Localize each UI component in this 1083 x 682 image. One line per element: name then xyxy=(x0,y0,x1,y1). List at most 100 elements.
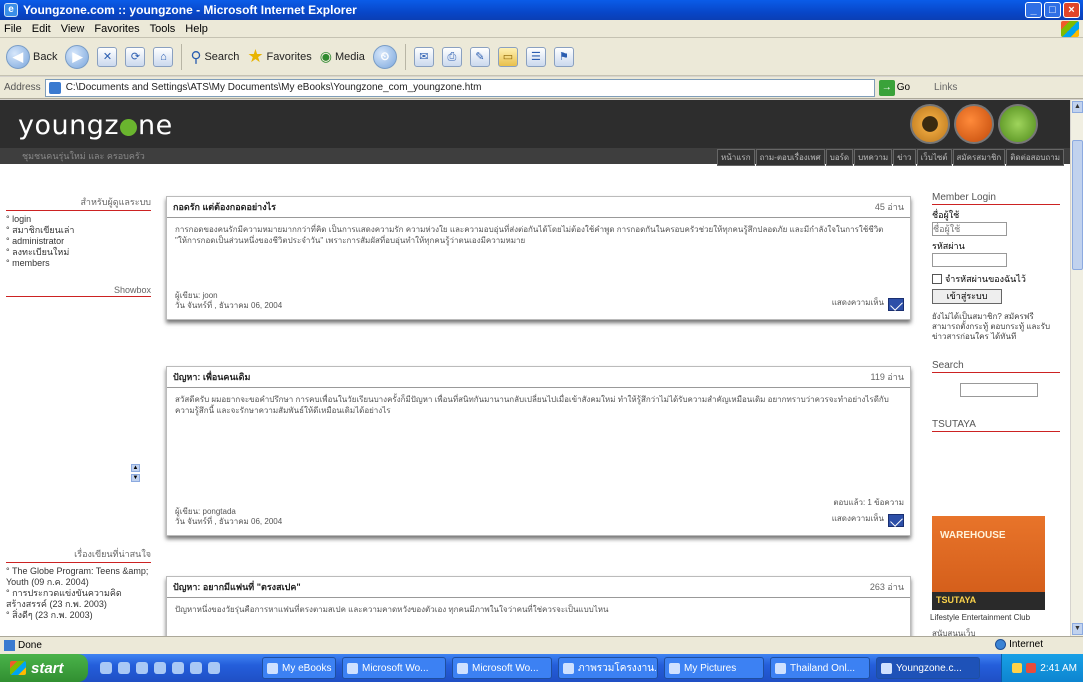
post-author: ผู้เขียน: joon xyxy=(175,291,218,300)
tray-icon[interactable] xyxy=(1012,663,1023,673)
taskbar-item[interactable]: My Pictures xyxy=(664,657,764,679)
go-button[interactable]: → Go xyxy=(878,79,910,96)
nav-register[interactable]: สมัครสมาชิก xyxy=(952,149,1006,166)
password-label: รหัสผ่าน xyxy=(932,241,965,251)
history-button[interactable]: ⏲ xyxy=(372,44,397,69)
tray-icon[interactable] xyxy=(1026,663,1037,673)
taskbar-item[interactable]: My eBooks xyxy=(262,657,336,679)
research-button[interactable]: ⚑ xyxy=(553,46,574,67)
post-title[interactable]: ปัญหา: เพื่อนคนเดิม xyxy=(173,370,250,384)
post-reply-count[interactable]: ตอบแล้ว: 1 ข้อความ xyxy=(833,496,904,509)
recent-item[interactable]: ° การประกวดแข่งขันความคิดสร้างสรรค์ (23 … xyxy=(6,588,151,610)
favorites-button[interactable]: ★ Favorites xyxy=(247,46,311,67)
window-title-bar[interactable]: e Youngzone.com :: youngzone - Microsoft… xyxy=(0,0,1083,20)
word-icon xyxy=(347,662,358,674)
quicklaunch-icon[interactable] xyxy=(190,662,202,674)
search-button[interactable]: ⚲ Search xyxy=(190,48,239,66)
left-link-members[interactable]: ° members xyxy=(6,258,151,269)
username-input[interactable] xyxy=(932,222,1007,236)
recent-item[interactable]: ° สิ่งดีๆ (23 ก.พ. 2003) xyxy=(6,610,151,621)
login-heading: Member Login xyxy=(932,192,1060,205)
showbox-scroll-down[interactable]: ▼ xyxy=(131,474,140,482)
mail-icon[interactable] xyxy=(888,514,904,527)
home-button[interactable]: ⌂ xyxy=(153,46,174,67)
admin-heading: สำหรับผู้ดูแลระบบ xyxy=(6,195,151,211)
taskbar-item[interactable]: Microsoft Wo... xyxy=(452,657,552,679)
quicklaunch-icon[interactable] xyxy=(118,662,130,674)
taskbar-item[interactable]: Thailand Onl... xyxy=(770,657,870,679)
left-link-member-stories[interactable]: ° สมาชิกเขียนเล่า xyxy=(6,225,151,236)
ie-icon xyxy=(881,662,892,674)
quicklaunch-icon[interactable] xyxy=(154,662,166,674)
go-arrow-icon: → xyxy=(878,79,895,96)
zone-label: Internet xyxy=(1009,639,1043,650)
menu-edit[interactable]: Edit xyxy=(32,23,51,35)
links-toolbar[interactable]: Links xyxy=(934,82,957,93)
refresh-button[interactable]: ⟳ xyxy=(125,46,146,67)
scroll-up-arrow-icon[interactable]: ▲ xyxy=(1072,101,1083,113)
nav-articles[interactable]: บทความ xyxy=(854,149,893,166)
post-comment-link[interactable]: แสดงความเห็น xyxy=(832,296,884,309)
stop-button[interactable]: ✕ xyxy=(97,46,118,67)
quicklaunch-icon[interactable] xyxy=(172,662,184,674)
menu-view[interactable]: View xyxy=(61,23,85,35)
print-button[interactable]: ⎙ xyxy=(441,46,462,67)
address-label: Address xyxy=(4,82,41,93)
back-button[interactable]: ◀ Back xyxy=(6,44,57,69)
scroll-thumb[interactable] xyxy=(1072,140,1083,270)
nav-websites[interactable]: เว็บไซต์ xyxy=(916,149,952,166)
nav-news[interactable]: ข่าว xyxy=(893,149,916,166)
left-link-register[interactable]: ° ลงทะเบียนใหม่ xyxy=(6,247,151,258)
minimize-button[interactable]: _ xyxy=(1025,2,1042,18)
quicklaunch-icon[interactable] xyxy=(100,662,112,674)
quicklaunch-icon[interactable] xyxy=(208,662,220,674)
post-title[interactable]: ปัญหา: อยากมีแฟนที่ "ตรงสเปค" xyxy=(173,580,301,594)
mail-icon[interactable] xyxy=(888,298,904,311)
page-done-icon xyxy=(4,640,15,651)
remember-checkbox[interactable] xyxy=(932,273,942,284)
login-button[interactable]: เข้าสู่ระบบ xyxy=(932,288,1002,304)
post-read-count: 45 อ่าน xyxy=(874,202,904,212)
menu-help[interactable]: Help xyxy=(185,23,208,35)
page-scrollbar[interactable]: ▲ ▼ xyxy=(1070,100,1083,636)
tsutaya-banner[interactable]: WAREHOUSE TSUTAYA xyxy=(932,516,1045,610)
taskbar-item-active[interactable]: Youngzone.c... xyxy=(876,657,980,679)
menu-favorites[interactable]: Favorites xyxy=(94,23,139,35)
folder-button[interactable]: ▭ xyxy=(497,46,518,67)
close-button[interactable]: × xyxy=(1063,2,1080,18)
nav-home[interactable]: หน้าแรก xyxy=(717,149,755,166)
taskbar-item[interactable]: Microsoft Wo... xyxy=(342,657,446,679)
clock[interactable]: 2:41 AM xyxy=(1040,663,1077,674)
nav-contact[interactable]: ติดต่อสอบถาม xyxy=(1006,149,1064,166)
toolbar-separator xyxy=(181,43,183,70)
site-logo[interactable]: youngz ne xyxy=(18,110,173,141)
start-button[interactable]: start xyxy=(0,654,88,682)
post-title[interactable]: กอดรัก แต่ต้องกอดอย่างไร xyxy=(173,200,276,214)
menu-file[interactable]: File xyxy=(4,23,22,35)
recent-item[interactable]: ° The Globe Program: Teens &amp; Youth (… xyxy=(6,566,151,588)
site-search-input[interactable] xyxy=(960,382,1038,397)
forward-button[interactable]: ▶ xyxy=(65,44,90,69)
media-button[interactable]: ◉ Media xyxy=(320,48,365,65)
menu-tools[interactable]: Tools xyxy=(150,23,176,35)
window-title: Youngzone.com :: youngzone - Microsoft I… xyxy=(23,3,357,17)
nav-sex-qa[interactable]: ถาม-ตอบเรื่องเพศ xyxy=(755,149,825,166)
edit-button[interactable]: ✎ xyxy=(469,46,490,67)
left-link-login[interactable]: ° login xyxy=(6,214,151,225)
quicklaunch-icon[interactable] xyxy=(136,662,148,674)
mail-button[interactable]: ✉ xyxy=(413,46,434,67)
address-input[interactable]: C:\Documents and Settings\ATS\My Documen… xyxy=(44,78,875,97)
tsutaya-heading: TSUTAYA xyxy=(932,419,1060,432)
password-input[interactable] xyxy=(932,253,1007,267)
scroll-down-arrow-icon[interactable]: ▼ xyxy=(1072,623,1083,635)
showbox-scroll-up[interactable]: ▲ xyxy=(131,464,140,472)
maximize-button[interactable]: □ xyxy=(1044,2,1061,18)
post-comment-link[interactable]: แสดงความเห็น xyxy=(832,512,884,525)
left-link-administrator[interactable]: ° administrator xyxy=(6,236,151,247)
showbox-heading: Showbox xyxy=(6,285,151,297)
nav-board[interactable]: บอร์ด xyxy=(825,149,854,166)
post-header: ปัญหา: เพื่อนคนเดิม 119 อ่าน xyxy=(167,367,910,388)
ie-icon xyxy=(669,662,680,674)
messenger-button[interactable]: ☰ xyxy=(525,46,546,67)
taskbar-item[interactable]: ภาพรวมโครงงาน... xyxy=(558,657,658,679)
